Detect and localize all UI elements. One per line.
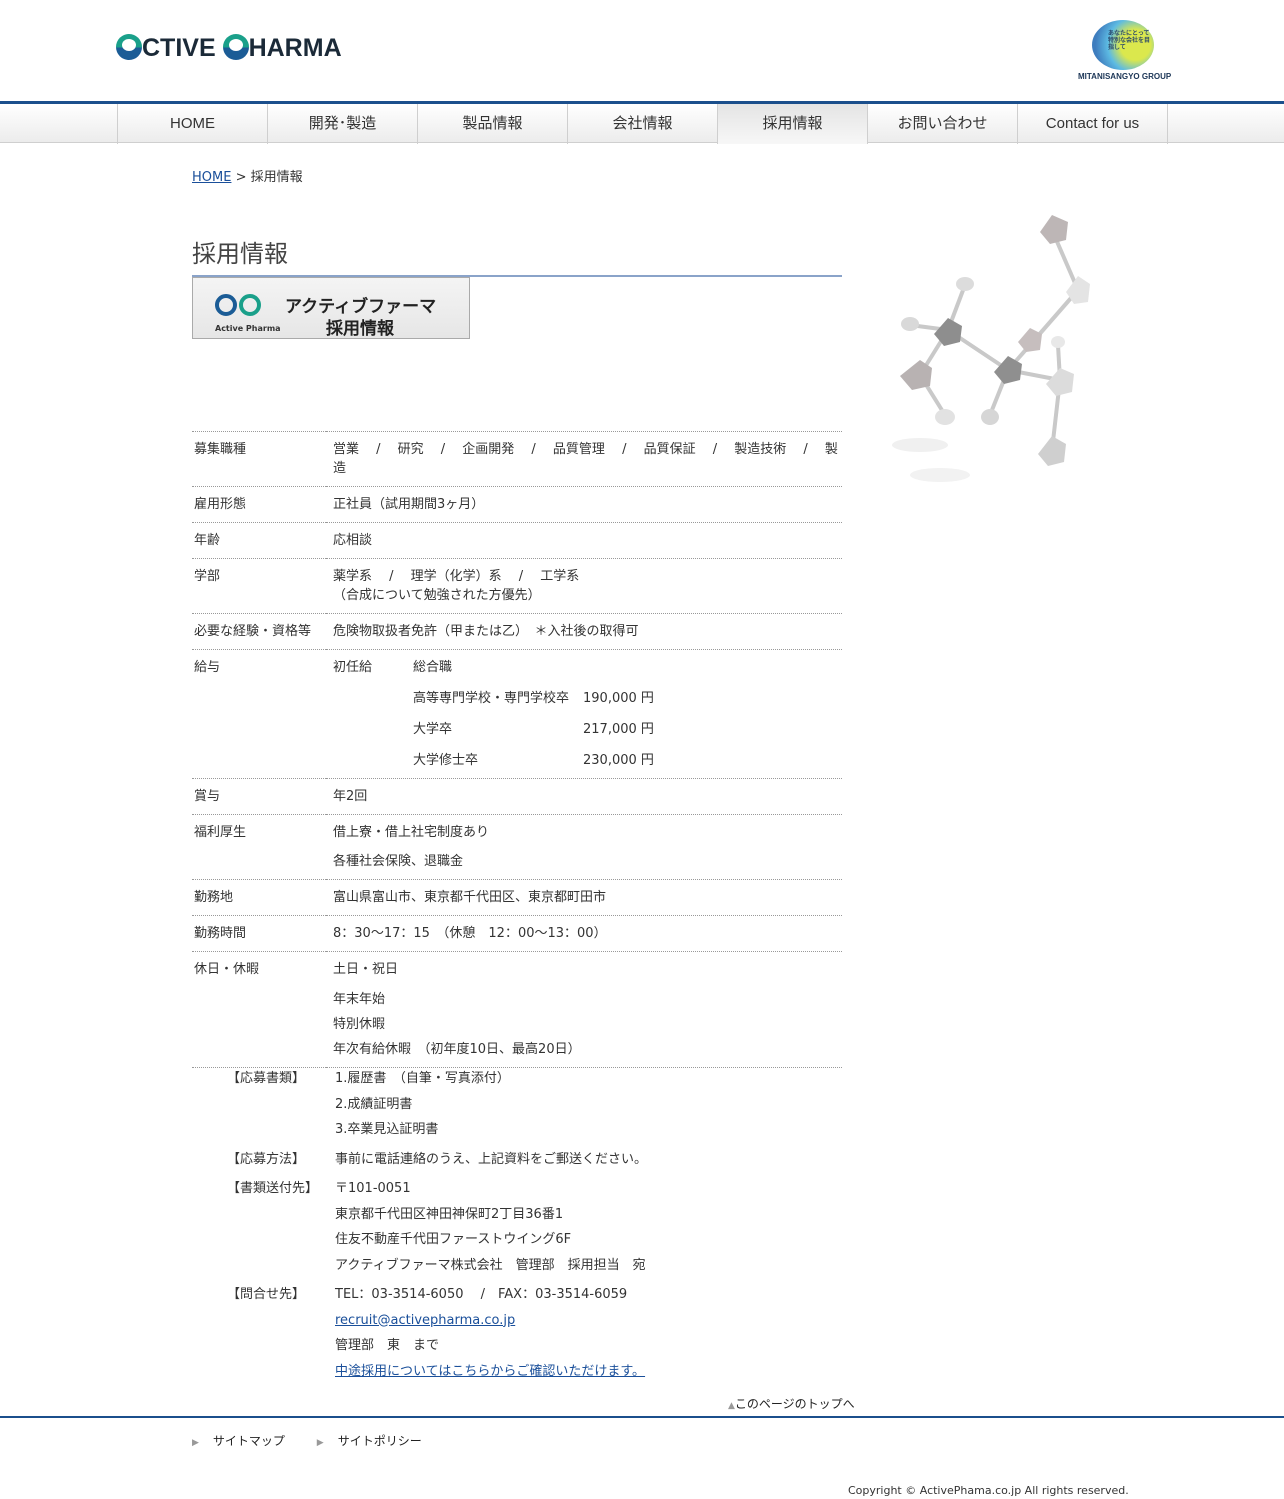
- mitanisangyo-group-logo[interactable]: あなたにとって特別な会社を目指して MITANISANGYO GROUP: [1078, 18, 1172, 84]
- holidays-value: 土日・祝日 年末年始 特別休暇 年次有給休暇 （初年度10日、最高20日）: [326, 951, 842, 1068]
- employment-value: 正社員（試用期間3ヶ月）: [326, 486, 842, 523]
- triangle-up-icon: ▲: [728, 1401, 735, 1411]
- breadcrumb: HOME > 採用情報: [192, 170, 303, 185]
- table-row: 必要な経験・資格等 危険物取扱者免許（甲または乙） ＊入社後の取得可: [192, 613, 842, 650]
- row-label: 勤務時間: [192, 915, 326, 952]
- table-row: 勤務時間 8：30〜17：15 （休憩 12：00〜13：00）: [192, 915, 842, 952]
- table-row: 勤務地 富山県富山市、東京都千代田区、東京都町田市: [192, 879, 842, 916]
- age-value: 応相談: [326, 522, 842, 559]
- molecule-illustration: [892, 215, 1090, 482]
- logo-a-mark-icon: [116, 34, 142, 60]
- apply-method: 【応募方法】 事前に電話連絡のうえ、上記資料をご郵送ください。: [227, 1151, 648, 1167]
- nav-products[interactable]: 製品情報: [418, 104, 568, 144]
- nav-development[interactable]: 開発･製造: [268, 104, 418, 144]
- footer-divider: [0, 1416, 1284, 1418]
- copyright: Copyright © ActivePhama.co.jp All rights…: [848, 1484, 1129, 1497]
- table-row: 募集職種 営業 / 研究 / 企画開発 / 品質管理 / 品質保証 / 製造技術…: [192, 431, 842, 487]
- hours-value: 8：30〜17：15 （休憩 12：00〜13：00）: [326, 915, 842, 952]
- bonus-value: 年2回: [326, 778, 842, 815]
- row-label: 年齢: [192, 522, 326, 559]
- nav-company[interactable]: 会社情報: [568, 104, 718, 144]
- table-row: 学部 薬学系 / 理学（化学）系 / 工学系 （合成について勉強された方優先）: [192, 558, 842, 614]
- global-nav-bar: HOME 開発･製造 製品情報 会社情報 採用情報 お問い合わせ Contact…: [0, 101, 1284, 144]
- midcareer-link[interactable]: 中途採用についてはこちらからご確認いただけます。: [335, 1364, 645, 1379]
- apply-address: 【書類送付先】 〒101-0051 東京都千代田区神田神保町2丁目36番1 住友不動…: [227, 1181, 646, 1273]
- row-label: 必要な経験・資格等: [192, 613, 326, 650]
- banner-sub: Active Pharma: [215, 324, 281, 333]
- sitemap-link[interactable]: ▶ サイトマップ: [192, 1434, 299, 1448]
- faculty-value: 薬学系 / 理学（化学）系 / 工学系 （合成について勉強された方優先）: [326, 558, 842, 614]
- row-label: 給与: [192, 649, 326, 779]
- table-row: 年齢 応相談: [192, 522, 842, 559]
- nav-recruit[interactable]: 採用情報: [718, 104, 868, 144]
- breadcrumb-home-link[interactable]: HOME: [192, 170, 231, 185]
- table-row: 給与 初任給 総合職 高等専門学校・専門学校卒 190,000 円 大学卒 217,0…: [192, 649, 842, 779]
- row-label: 学部: [192, 558, 326, 614]
- footer-links: ▶ サイトマップ ▶ サイトポリシー: [192, 1432, 450, 1449]
- table-row: 福利厚生 借上寮・借上社宅制度あり 各種社会保険、退職金: [192, 814, 842, 880]
- application-info: 【応募書類】 1.履歴書 （自筆・写真添付） 2.成績証明書 3.卒業見込証明書 【…: [192, 1066, 842, 1388]
- apply-contact: 【問合せ先】 TEL：03-3514-6050 / FAX：03-3514-60…: [227, 1287, 646, 1379]
- row-label: 勤務地: [192, 879, 326, 916]
- table-row: 休日・休暇 土日・祝日 年末年始 特別休暇 年次有給休暇 （初年度10日、最高2…: [192, 951, 842, 1068]
- row-label: 福利厚生: [192, 814, 326, 880]
- to-top-link[interactable]: ▲このページのトップへ: [728, 1395, 855, 1412]
- group-name: MITANISANGYO GROUP: [1078, 72, 1172, 81]
- group-circle-icon: あなたにとって特別な会社を目指して: [1092, 20, 1154, 70]
- arrow-right-icon: ▶: [192, 1438, 199, 1448]
- qualification-value: 危険物取扱者免許（甲または乙） ＊入社後の取得可: [326, 613, 842, 650]
- arrow-right-icon: ▶: [316, 1438, 324, 1448]
- recruit-email-link[interactable]: recruit@activepharma.co.jp: [335, 1313, 515, 1328]
- recruit-banner[interactable]: Active Pharma アクティブファーマ 採用情報: [192, 277, 470, 339]
- nav-home[interactable]: HOME: [118, 104, 268, 144]
- salary-grid: 初任給 総合職 高等専門学校・専門学校卒 190,000 円 大学卒 217,000 …: [333, 660, 654, 768]
- nav-contact-en[interactable]: Contact for us: [1018, 104, 1168, 144]
- logo-p-mark-icon: [222, 34, 249, 60]
- row-label: 賞与: [192, 778, 326, 815]
- row-label: 雇用形態: [192, 486, 326, 523]
- location-value: 富山県富山市、東京都千代田区、東京都町田市: [326, 879, 842, 916]
- welfare-value: 借上寮・借上社宅制度あり 各種社会保険、退職金: [326, 814, 842, 880]
- banner-line2: 採用情報: [326, 319, 394, 339]
- nav-inquiry[interactable]: お問い合わせ: [868, 104, 1018, 144]
- site-policy-link[interactable]: ▶ サイトポリシー: [317, 1434, 436, 1448]
- apply-docs: 【応募書類】 1.履歴書 （自筆・写真添付） 2.成績証明書 3.卒業見込証明書: [227, 1071, 510, 1137]
- row-label: 募集職種: [192, 431, 326, 487]
- breadcrumb-current: 採用情報: [250, 170, 303, 185]
- row-label: 休日・休暇: [192, 951, 326, 1068]
- page-title: 採用情報: [192, 234, 842, 278]
- active-pharma-logo[interactable]: CTIVE HARMA: [116, 34, 342, 63]
- table-row: 雇用形態 正社員（試用期間3ヶ月）: [192, 486, 842, 523]
- job-types-value: 営業 / 研究 / 企画開発 / 品質管理 / 品質保証 / 製造技術 / 製造: [326, 431, 842, 487]
- global-nav: HOME 開発･製造 製品情報 会社情報 採用情報 お問い合わせ Contact…: [117, 104, 1168, 144]
- header: CTIVE HARMA あなたにとって特別な会社を目指して MITANISANG…: [0, 0, 1284, 101]
- recruit-info-table: 募集職種 営業 / 研究 / 企画開発 / 品質管理 / 品質保証 / 製造技術…: [192, 431, 842, 1068]
- table-row: 賞与 年2回: [192, 778, 842, 815]
- salary-value: 初任給 総合職 高等専門学校・専門学校卒 190,000 円 大学卒 217,000 …: [326, 649, 842, 779]
